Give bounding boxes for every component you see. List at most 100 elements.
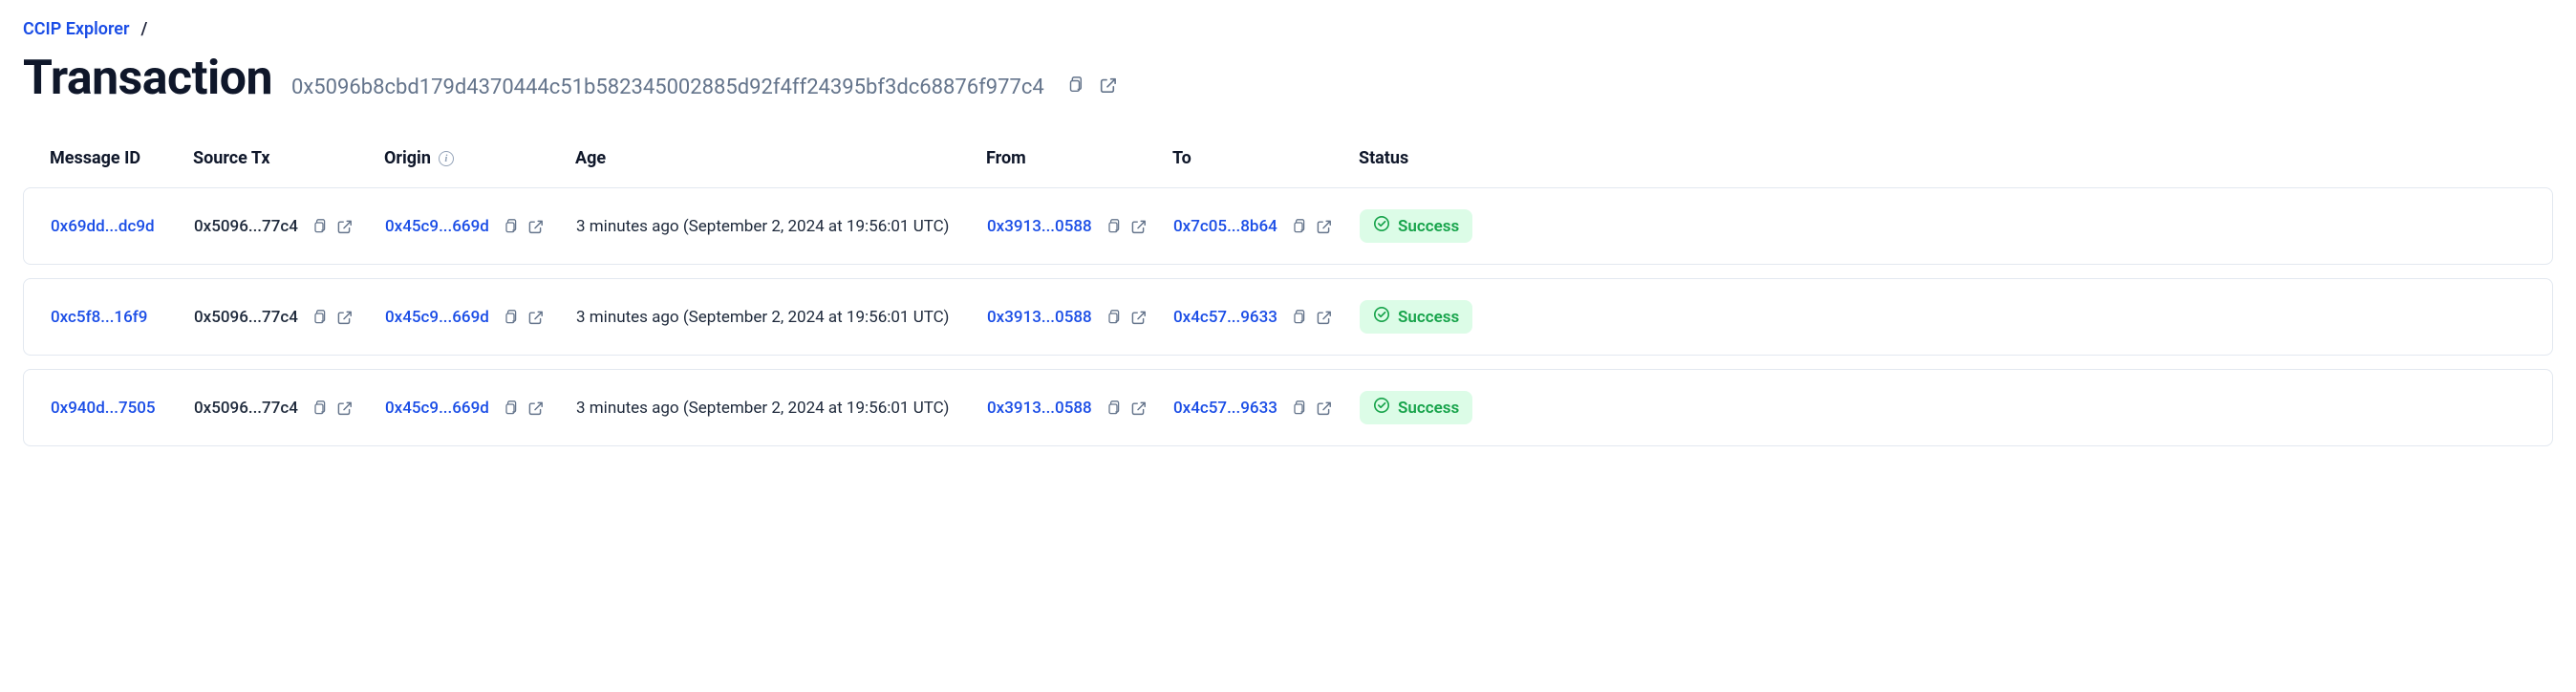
status-text: Success	[1398, 217, 1459, 236]
source-tx: 0x5096...77c4	[194, 217, 298, 236]
external-link-icon[interactable]	[526, 399, 545, 418]
status-cell: Success	[1360, 300, 1493, 334]
column-age: Age	[575, 148, 986, 168]
external-link-icon[interactable]	[1096, 74, 1119, 97]
copy-icon[interactable]	[501, 217, 520, 236]
info-icon[interactable]: i	[439, 151, 454, 166]
status-badge: Success	[1360, 300, 1472, 334]
to-cell: 0x4c57...9633	[1173, 308, 1360, 327]
age-cell: 3 minutes ago (September 2, 2024 at 19:5…	[576, 399, 987, 418]
copy-icon[interactable]	[1104, 308, 1123, 327]
source-tx-icons	[310, 217, 354, 236]
external-link-icon[interactable]	[1314, 308, 1333, 327]
origin-icons	[501, 399, 545, 418]
origin-cell: 0x45c9...669d	[385, 308, 576, 327]
external-link-icon[interactable]	[1128, 399, 1148, 418]
copy-icon[interactable]	[1104, 399, 1123, 418]
column-source-tx: Source Tx	[193, 148, 384, 168]
table-row: 0x69dd...dc9d 0x5096...77c4 0x45c9...669d 3…	[23, 187, 2553, 265]
age-cell: 3 minutes ago (September 2, 2024 at 19:5…	[576, 217, 987, 236]
from[interactable]: 0x3913...0588	[987, 217, 1092, 236]
age: 3 minutes ago (September 2, 2024 at 19:5…	[576, 217, 949, 236]
copy-icon[interactable]	[1104, 217, 1123, 236]
from-icons	[1104, 399, 1148, 418]
from-icons	[1104, 217, 1148, 236]
status-text: Success	[1398, 399, 1459, 418]
source-tx-icons	[310, 308, 354, 327]
external-link-icon[interactable]	[1314, 217, 1333, 236]
origin-icons	[501, 308, 545, 327]
column-status: Status	[1359, 148, 1492, 168]
message-id[interactable]: 0xc5f8...16f9	[51, 308, 147, 327]
copy-icon[interactable]	[1063, 74, 1086, 97]
external-link-icon[interactable]	[1314, 399, 1333, 418]
from-cell: 0x3913...0588	[987, 217, 1173, 236]
external-link-icon[interactable]	[1128, 308, 1148, 327]
table-row: 0x940d...7505 0x5096...77c4 0x45c9...669d 3…	[23, 369, 2553, 446]
to-cell: 0x4c57...9633	[1173, 399, 1360, 418]
age: 3 minutes ago (September 2, 2024 at 19:5…	[576, 399, 949, 418]
to-icons	[1289, 308, 1333, 327]
column-origin: Origin i	[384, 148, 575, 168]
title-row: Transaction 0x5096b8cbd179d4370444c51b58…	[23, 51, 2553, 106]
external-link-icon[interactable]	[334, 217, 354, 236]
status-badge: Success	[1360, 391, 1472, 424]
to[interactable]: 0x4c57...9633	[1173, 399, 1277, 418]
external-link-icon[interactable]	[1128, 217, 1148, 236]
status-badge: Success	[1360, 209, 1472, 243]
check-circle-icon	[1373, 306, 1390, 328]
external-link-icon[interactable]	[334, 308, 354, 327]
transaction-hash: 0x5096b8cbd179d4370444c51b582345002885d9…	[291, 76, 1044, 99]
age-cell: 3 minutes ago (September 2, 2024 at 19:5…	[576, 308, 987, 327]
check-circle-icon	[1373, 397, 1390, 419]
copy-icon[interactable]	[310, 399, 329, 418]
page-title: Transaction	[23, 51, 272, 106]
origin-icons	[501, 217, 545, 236]
message-id-cell: 0x940d...7505	[51, 399, 194, 418]
copy-icon[interactable]	[1289, 217, 1308, 236]
external-link-icon[interactable]	[526, 308, 545, 327]
message-id[interactable]: 0x940d...7505	[51, 399, 156, 418]
message-id-cell: 0x69dd...dc9d	[51, 217, 194, 236]
external-link-icon[interactable]	[334, 399, 354, 418]
to-icons	[1289, 399, 1333, 418]
column-from: From	[986, 148, 1172, 168]
check-circle-icon	[1373, 215, 1390, 237]
column-message-id: Message ID	[50, 148, 193, 168]
origin[interactable]: 0x45c9...669d	[385, 399, 489, 418]
source-tx-cell: 0x5096...77c4	[194, 308, 385, 327]
from-icons	[1104, 308, 1148, 327]
copy-icon[interactable]	[501, 308, 520, 327]
origin-cell: 0x45c9...669d	[385, 217, 576, 236]
status-cell: Success	[1360, 209, 1493, 243]
column-origin-label: Origin	[384, 148, 431, 168]
age: 3 minutes ago (September 2, 2024 at 19:5…	[576, 308, 949, 327]
copy-icon[interactable]	[501, 399, 520, 418]
to[interactable]: 0x7c05...8b64	[1173, 217, 1277, 236]
message-id-cell: 0xc5f8...16f9	[51, 308, 194, 327]
copy-icon[interactable]	[1289, 308, 1308, 327]
breadcrumb-root-link[interactable]: CCIP Explorer	[23, 19, 129, 39]
from[interactable]: 0x3913...0588	[987, 308, 1092, 327]
to-icons	[1289, 217, 1333, 236]
source-tx-cell: 0x5096...77c4	[194, 217, 385, 236]
copy-icon[interactable]	[310, 308, 329, 327]
table-row: 0xc5f8...16f9 0x5096...77c4 0x45c9...669d 3…	[23, 278, 2553, 356]
origin[interactable]: 0x45c9...669d	[385, 308, 489, 327]
from[interactable]: 0x3913...0588	[987, 399, 1092, 418]
message-id[interactable]: 0x69dd...dc9d	[51, 217, 155, 236]
source-tx-cell: 0x5096...77c4	[194, 399, 385, 418]
to[interactable]: 0x4c57...9633	[1173, 308, 1277, 327]
messages-table: Message ID Source Tx Origin i Age From T…	[23, 148, 2553, 446]
origin-cell: 0x45c9...669d	[385, 399, 576, 418]
external-link-icon[interactable]	[526, 217, 545, 236]
copy-icon[interactable]	[1289, 399, 1308, 418]
status-cell: Success	[1360, 391, 1493, 424]
to-cell: 0x7c05...8b64	[1173, 217, 1360, 236]
source-tx: 0x5096...77c4	[194, 399, 298, 418]
breadcrumb: CCIP Explorer /	[23, 19, 2553, 39]
copy-icon[interactable]	[310, 217, 329, 236]
source-tx: 0x5096...77c4	[194, 308, 298, 327]
origin[interactable]: 0x45c9...669d	[385, 217, 489, 236]
title-icons	[1063, 74, 1119, 97]
